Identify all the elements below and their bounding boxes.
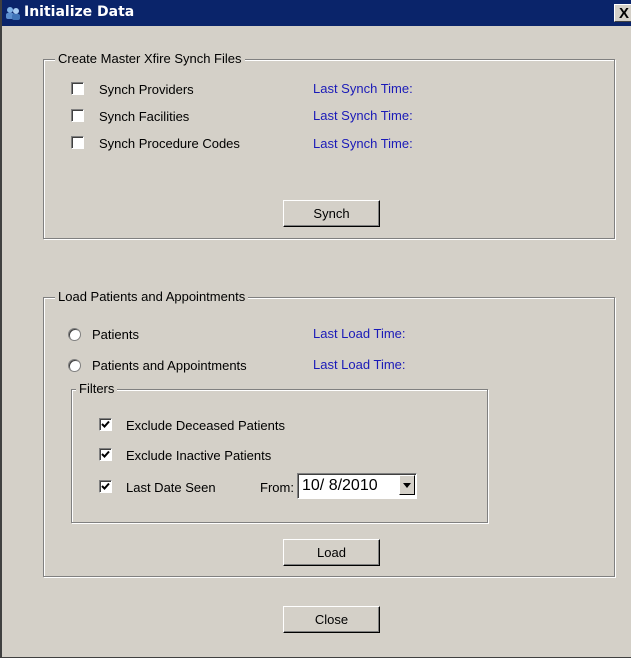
synch-facilities-checkbox[interactable] (71, 109, 84, 122)
exclude-inactive-label: Exclude Inactive Patients (126, 448, 272, 463)
title-bar[interactable]: Initialize Data X (2, 0, 631, 26)
checkmark-icon (101, 482, 110, 490)
window-title: Initialize Data (24, 4, 135, 20)
patients-and-appointments-radio[interactable] (68, 359, 81, 372)
date-value: 10/ 8/2010 (302, 477, 378, 494)
patients-and-appointments-load-time-label: Last Load Time: (313, 357, 406, 372)
patients-and-appointments-radio-label: Patients and Appointments (92, 358, 247, 373)
last-date-seen-date-picker[interactable]: 10/ 8/2010 (297, 473, 417, 499)
synch-providers-checkbox[interactable] (71, 82, 84, 95)
exclude-deceased-checkbox[interactable] (99, 418, 112, 431)
synch-providers-label: Synch Providers (99, 82, 194, 97)
load-button[interactable]: Load (283, 539, 380, 566)
synch-facilities-label: Synch Facilities (99, 109, 190, 124)
chevron-down-icon (403, 483, 411, 488)
exclude-inactive-checkbox[interactable] (99, 448, 112, 461)
app-users-icon (5, 5, 21, 21)
exclude-deceased-label: Exclude Deceased Patients (126, 418, 285, 433)
checkmark-icon (101, 420, 110, 428)
checkmark-icon (101, 450, 110, 458)
from-label: From: (260, 480, 294, 495)
date-dropdown-button[interactable] (399, 475, 415, 495)
load-patients-group-legend: Load Patients and Appointments (55, 289, 249, 304)
patients-radio[interactable] (68, 328, 81, 341)
patients-load-time-label: Last Load Time: (313, 326, 406, 341)
close-window-button[interactable]: X (614, 4, 631, 22)
initialize-data-dialog: Initialize Data X Create Master Xfire Sy… (0, 0, 631, 658)
synch-files-group-legend: Create Master Xfire Synch Files (55, 51, 245, 66)
filters-group-legend: Filters (76, 381, 118, 396)
close-button[interactable]: Close (283, 606, 380, 633)
synch-button[interactable]: Synch (283, 200, 380, 227)
last-date-seen-label: Last Date Seen (126, 480, 216, 495)
synch-facilities-time-label: Last Synch Time: (313, 108, 413, 123)
patients-radio-label: Patients (92, 327, 139, 342)
synch-providers-time-label: Last Synch Time: (313, 81, 413, 96)
last-date-seen-checkbox[interactable] (99, 480, 112, 493)
synch-procedure-codes-checkbox[interactable] (71, 136, 84, 149)
synch-procedure-codes-time-label: Last Synch Time: (313, 136, 413, 151)
synch-procedure-codes-label: Synch Procedure Codes (99, 136, 240, 151)
